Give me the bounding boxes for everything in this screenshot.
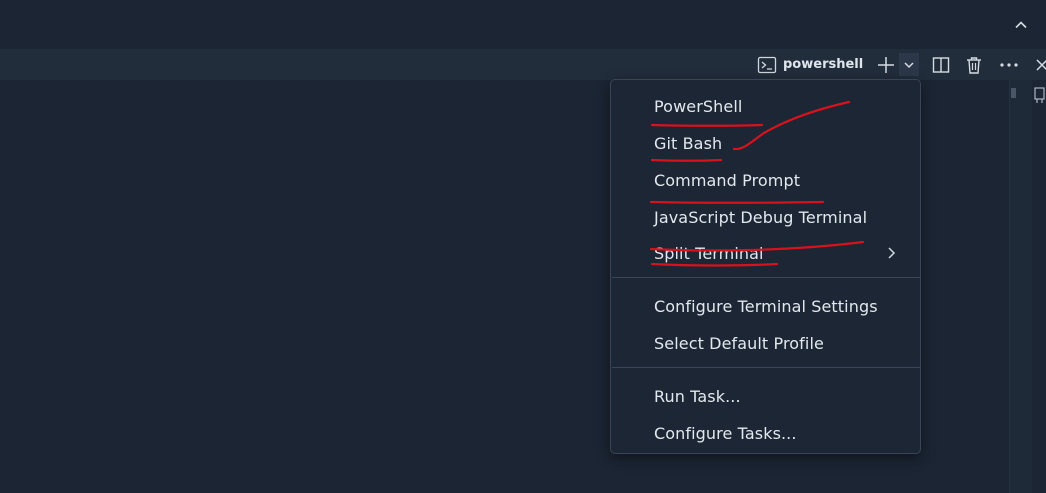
menu-item-label: Split Terminal <box>654 243 764 263</box>
plus-icon <box>878 56 894 73</box>
menu-item-label: Git Bash <box>654 133 723 153</box>
more-actions-button[interactable] <box>996 53 1022 76</box>
menu-item-select-default-profile[interactable]: Select Default Profile <box>611 327 920 359</box>
split-editor-icon <box>932 56 950 73</box>
menu-item-label: Select Default Profile <box>654 333 824 353</box>
menu-separator <box>612 277 920 278</box>
kill-terminal-button[interactable] <box>962 53 986 76</box>
ellipsis-icon <box>1000 62 1018 67</box>
launch-profile-dropdown-button[interactable] <box>899 53 919 76</box>
split-terminal-button[interactable] <box>929 53 953 76</box>
menu-item-javascript-debug-terminal[interactable]: JavaScript Debug Terminal <box>611 201 920 233</box>
menu-item-label: PowerShell <box>654 96 743 116</box>
new-terminal-button[interactable] <box>874 53 898 76</box>
terminal-scrollbar[interactable] <box>1009 80 1032 493</box>
menu-item-configure-terminal-settings[interactable]: Configure Terminal Settings <box>611 290 920 322</box>
chevron-up-icon <box>1015 21 1027 29</box>
menu-item-split-terminal[interactable]: Split Terminal <box>611 237 920 269</box>
menu-item-label: Configure Terminal Settings <box>654 296 878 316</box>
menu-item-run-task[interactable]: Run Task... <box>611 380 920 412</box>
menu-item-powershell[interactable]: PowerShell <box>611 90 920 122</box>
menu-item-git-bash[interactable]: Git Bash <box>611 127 920 159</box>
panel-top-bar <box>0 0 1046 49</box>
vscode-panel: powershell PowerShell Git Bash Command P… <box>0 0 1046 493</box>
chevron-right-icon <box>886 245 898 261</box>
scrollbar-thumb[interactable] <box>1011 88 1016 98</box>
menu-item-label: JavaScript Debug Terminal <box>654 207 868 227</box>
collapse-panel-button[interactable] <box>1010 14 1032 36</box>
terminal-icon <box>757 55 777 75</box>
close-icon <box>1036 58 1046 71</box>
terminal-toolbar: powershell <box>0 49 1046 80</box>
menu-item-command-prompt[interactable]: Command Prompt <box>611 164 920 196</box>
menu-item-configure-tasks[interactable]: Configure Tasks... <box>611 417 920 449</box>
trash-icon <box>967 56 981 74</box>
menu-item-label: Command Prompt <box>654 170 801 190</box>
chevron-down-icon <box>904 61 914 68</box>
launch-profile-menu: PowerShell Git Bash Command Prompt JavaS… <box>610 79 921 454</box>
menu-item-label: Configure Tasks... <box>654 423 797 443</box>
terminal-tab-label: powershell <box>783 57 864 72</box>
panel-side-icon[interactable] <box>1032 84 1046 106</box>
close-panel-button[interactable] <box>1034 53 1046 76</box>
terminal-tab-powershell[interactable]: powershell <box>757 53 863 76</box>
menu-item-label: Run Task... <box>654 386 741 406</box>
menu-separator <box>612 367 920 368</box>
